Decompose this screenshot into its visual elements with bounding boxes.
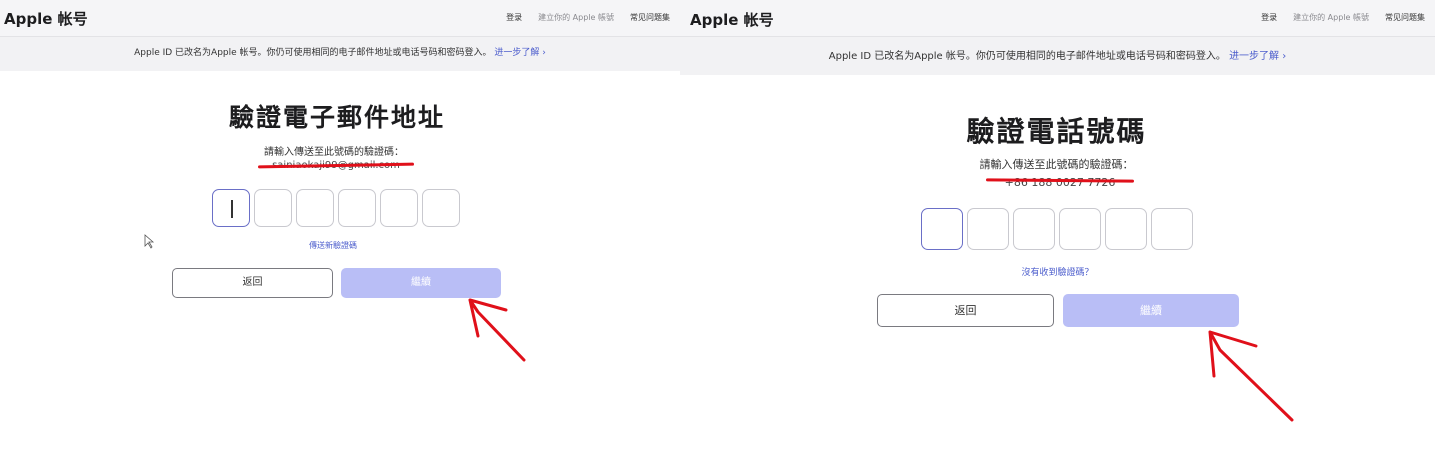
- red-arrow-annotation: [468, 298, 526, 362]
- red-arrow-annotation: [1208, 330, 1294, 422]
- email-verification-panel: Apple 帐号 登录 建立你的 Apple 帳號 常见问题集 Apple ID…: [0, 0, 680, 456]
- screenshot-composite: Apple 帐号 登录 建立你的 Apple 帳號 常见问题集 Apple ID…: [0, 0, 1435, 456]
- phone-verification-panel: Apple 帐号 登录 建立你的 Apple 帳號 常见问题集 Apple ID…: [680, 0, 1435, 456]
